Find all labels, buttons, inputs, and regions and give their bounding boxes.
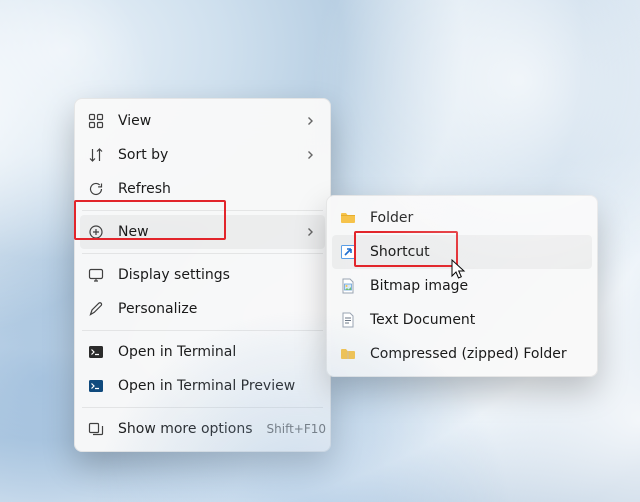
submenu-item-label: Text Document xyxy=(370,312,582,328)
menu-item-label: Show more options xyxy=(118,421,253,437)
menu-item-label: Personalize xyxy=(118,301,315,317)
menu-item-new[interactable]: New xyxy=(80,215,325,249)
submenu-item-folder[interactable]: Folder xyxy=(332,201,592,235)
menu-item-open-terminal[interactable]: Open in Terminal xyxy=(80,335,325,369)
new-submenu: Folder Shortcut Bitmap image Text Docume… xyxy=(326,195,598,377)
chevron-right-icon xyxy=(305,116,315,126)
submenu-item-shortcut[interactable]: Shortcut xyxy=(332,235,592,269)
display-icon xyxy=(88,267,104,283)
sort-icon xyxy=(88,147,104,163)
menu-item-label: Refresh xyxy=(118,181,315,197)
submenu-item-bitmap-image[interactable]: Bitmap image xyxy=(332,269,592,303)
view-icon xyxy=(88,113,104,129)
zip-folder-icon xyxy=(340,346,356,362)
submenu-item-label: Folder xyxy=(370,210,582,226)
menu-item-label: Open in Terminal Preview xyxy=(118,378,315,394)
menu-item-label: Display settings xyxy=(118,267,315,283)
terminal-preview-icon xyxy=(88,378,104,394)
chevron-right-icon xyxy=(305,227,315,237)
submenu-item-label: Compressed (zipped) Folder xyxy=(370,346,582,362)
personalize-icon xyxy=(88,301,104,317)
submenu-item-text-document[interactable]: Text Document xyxy=(332,303,592,337)
menu-separator xyxy=(82,330,323,331)
annotation-highlight-shortcut xyxy=(354,231,458,267)
menu-item-sort-by[interactable]: Sort by xyxy=(80,138,325,172)
menu-item-open-terminal-preview[interactable]: Open in Terminal Preview xyxy=(80,369,325,403)
shortcut-icon xyxy=(340,244,356,260)
desktop-background[interactable]: View Sort by Refresh xyxy=(0,0,640,502)
menu-item-accelerator: Shift+F10 xyxy=(267,422,327,436)
chevron-right-icon xyxy=(305,150,315,160)
menu-separator xyxy=(82,253,323,254)
menu-item-label: New xyxy=(118,224,291,240)
desktop-context-menu: View Sort by Refresh xyxy=(74,98,331,452)
menu-item-refresh[interactable]: Refresh xyxy=(80,172,325,206)
submenu-item-compressed-folder[interactable]: Compressed (zipped) Folder xyxy=(332,337,592,371)
terminal-icon xyxy=(88,344,104,360)
menu-item-label: Open in Terminal xyxy=(118,344,315,360)
submenu-item-label: Bitmap image xyxy=(370,278,582,294)
text-document-icon xyxy=(340,312,356,328)
menu-item-label: Sort by xyxy=(118,147,291,163)
new-icon xyxy=(88,224,104,240)
menu-item-label: View xyxy=(118,113,291,129)
menu-separator xyxy=(82,407,323,408)
refresh-icon xyxy=(88,181,104,197)
menu-item-personalize[interactable]: Personalize xyxy=(80,292,325,326)
menu-item-view[interactable]: View xyxy=(80,104,325,138)
annotation-highlight-new xyxy=(74,200,226,240)
submenu-item-label: Shortcut xyxy=(370,244,582,260)
menu-separator xyxy=(82,210,323,211)
menu-item-display-settings[interactable]: Display settings xyxy=(80,258,325,292)
bitmap-icon xyxy=(340,278,356,294)
mouse-cursor-icon xyxy=(451,259,467,281)
more-options-icon xyxy=(88,421,104,437)
menu-item-show-more-options[interactable]: Show more options Shift+F10 xyxy=(80,412,325,446)
folder-icon xyxy=(340,210,356,226)
